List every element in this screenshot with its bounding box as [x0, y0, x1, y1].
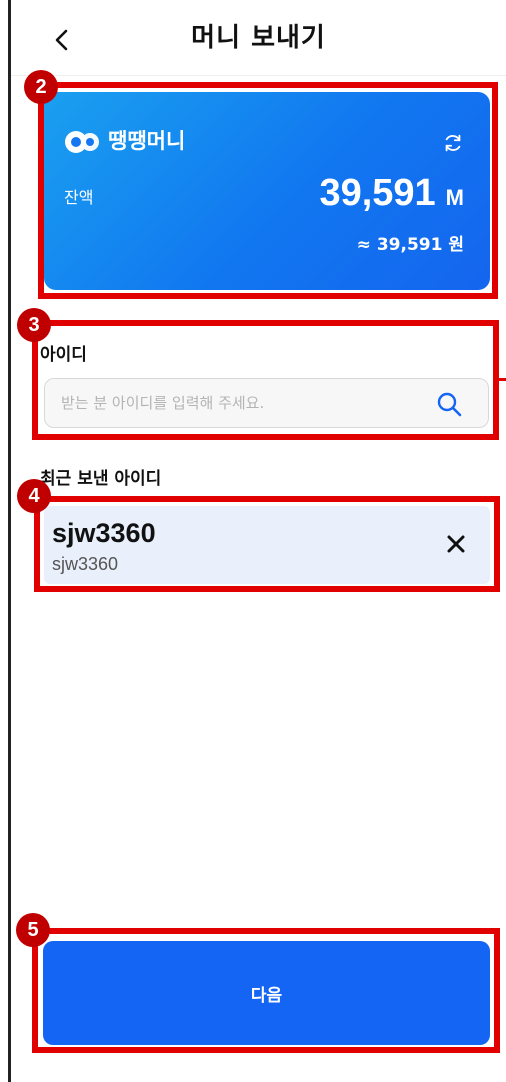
step-badge-5: 5 [16, 913, 50, 947]
step-badge-3: 3 [17, 308, 51, 342]
highlight-box-3 [32, 320, 499, 440]
step-badge-2: 2 [24, 70, 58, 104]
back-button[interactable] [45, 20, 79, 60]
recent-ids-label: 최근 보낸 아이디 [40, 469, 162, 489]
highlight-box-5 [32, 928, 500, 1053]
frame-border [8, 0, 11, 1082]
step-badge-4: 4 [17, 479, 51, 513]
chevron-left-icon [55, 29, 68, 51]
highlight-box-4 [34, 496, 500, 592]
app-header: 머니 보내기 [11, 0, 506, 76]
highlight-box-2 [38, 82, 498, 299]
page-title: 머니 보내기 [191, 23, 326, 53]
